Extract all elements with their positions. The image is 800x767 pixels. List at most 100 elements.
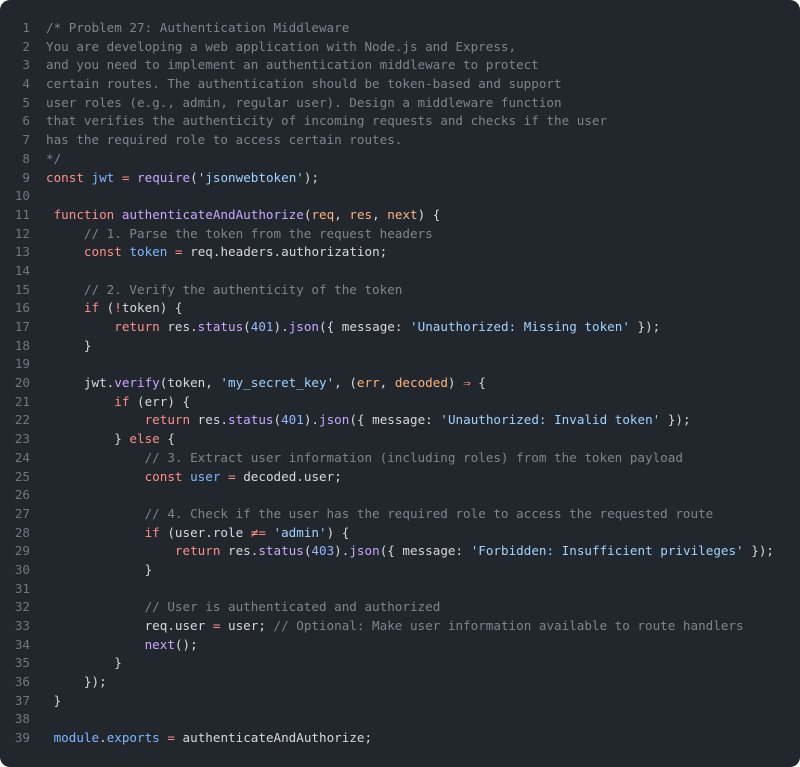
code-token: jwt [91, 169, 115, 185]
line-number: 18 [14, 337, 30, 353]
code-token: (token, [159, 375, 221, 391]
code-token: res [349, 206, 373, 222]
code-text: next(); [46, 636, 198, 655]
code-token: ). [334, 543, 350, 559]
line-number: 17 [14, 319, 30, 334]
line-number: 2 [22, 38, 30, 54]
code-text: const user = decoded.user; [46, 468, 342, 487]
code-line: 31 [0, 580, 800, 599]
code-text: // User is authenticated and authorized [46, 598, 441, 617]
code-token: verify [114, 375, 160, 391]
line-number: 36 [14, 674, 30, 690]
code-editor[interactable]: 1 /* Problem 27: Authentication Middlewar… [0, 0, 800, 767]
line-number: 9 [22, 169, 30, 185]
code-line: 2 You are developing a web application wi… [0, 38, 800, 57]
code-token: req.user [46, 618, 213, 633]
code-token: user [190, 468, 221, 484]
code-token: ); [303, 169, 320, 185]
code-token: 'Forbidden: Insufficient privileges' [470, 543, 744, 559]
code-token: . [99, 730, 107, 746]
code-token: const [83, 244, 122, 260]
code-token: ). [303, 412, 320, 428]
code-token: 'my_secret_key' [220, 375, 335, 391]
code-token: json [288, 319, 320, 334]
code-text: // 1. Parse the token from the request h… [46, 225, 433, 244]
code-token: ( [99, 300, 115, 316]
code-token: ( [190, 169, 198, 185]
code-line: 7 has the required role to access certain… [0, 131, 800, 150]
code-token: (err) { [129, 393, 191, 409]
line-number: 15 [14, 281, 30, 297]
code-line: 21 if (err) { [0, 393, 800, 412]
code-token: 401 [250, 319, 274, 334]
code-text: } [46, 561, 153, 580]
code-token: } [46, 337, 92, 353]
line-number: 38 [14, 711, 30, 727]
code-token: } [46, 561, 153, 577]
line-number: 24 [14, 449, 30, 465]
code-token: ( [273, 412, 282, 428]
line-number: 7 [22, 132, 30, 148]
code-token: 'jsonwebtoken' [197, 169, 304, 185]
line-number: 21 [14, 393, 30, 409]
code-line: 15 // 2. Verify the authenticity of the … [0, 281, 800, 300]
code-token: authenticateAndAuthorize [121, 206, 304, 222]
code-token: ≠= [250, 524, 266, 540]
code-line: 33 req.user = user; // Optional: Make us… [0, 617, 800, 636]
code-token: ). [273, 319, 289, 334]
code-line: 34 next(); [0, 636, 800, 655]
code-text: // 4. Check if the user has the required… [46, 505, 714, 524]
code-token: /* Problem 27: Authentication Middleware [46, 20, 350, 35]
code-token: return [174, 543, 221, 559]
line-number: 27 [14, 505, 30, 521]
code-token: err [356, 375, 380, 391]
code-token: return [144, 412, 191, 428]
code-token: user; [220, 618, 274, 633]
code-text: } [46, 692, 62, 711]
line-number: 29 [14, 543, 30, 559]
code-text: if (user.role ≠= 'admin') { [46, 524, 350, 543]
code-text: user roles (e.g., admin, regular user). … [46, 94, 562, 113]
code-text: // 2. Verify the authenticity of the tok… [46, 281, 402, 300]
code-token: certain routes. The authentication shoul… [46, 76, 562, 92]
code-text: } else { [46, 430, 175, 449]
code-token: = [167, 730, 175, 746]
code-line: 18 } [0, 337, 800, 356]
code-token: token [129, 244, 168, 260]
code-line: 22 return res.status(401).json({ message… [0, 411, 800, 430]
line-number: 32 [14, 599, 30, 615]
code-token: jwt. [46, 375, 115, 391]
code-token: const [46, 169, 84, 185]
code-token: } [46, 692, 62, 708]
code-token: req.headers.authorization; [182, 244, 388, 260]
line-number: 25 [14, 468, 30, 484]
code-text: if (!token) { [46, 299, 183, 318]
code-text: // 3. Extract user information (includin… [46, 449, 683, 468]
code-token: exports [106, 730, 160, 746]
code-line: 25 const user = decoded.user; [0, 468, 800, 487]
code-token: = [228, 468, 236, 484]
code-line: 16 if (!token) { [0, 299, 800, 318]
code-token: // Optional: Make user information avail… [273, 618, 744, 633]
line-number: 34 [14, 636, 30, 652]
code-token: 'Unauthorized: Missing token' [410, 319, 630, 334]
code-line: 17 return res.status(401).json({ message… [0, 318, 800, 337]
code-token: } [46, 655, 122, 671]
code-token: user roles (e.g., admin, regular user). … [46, 94, 562, 110]
code-token: , [334, 206, 350, 222]
code-token: 403 [311, 543, 335, 559]
code-token: }); [46, 674, 107, 690]
code-text: return res.status(403).json({ message: '… [46, 542, 774, 561]
line-number: 37 [14, 692, 30, 708]
code-token: ( [243, 319, 251, 334]
code-token: ) { [417, 206, 441, 222]
code-text: return res.status(401).json({ message: '… [46, 318, 660, 337]
